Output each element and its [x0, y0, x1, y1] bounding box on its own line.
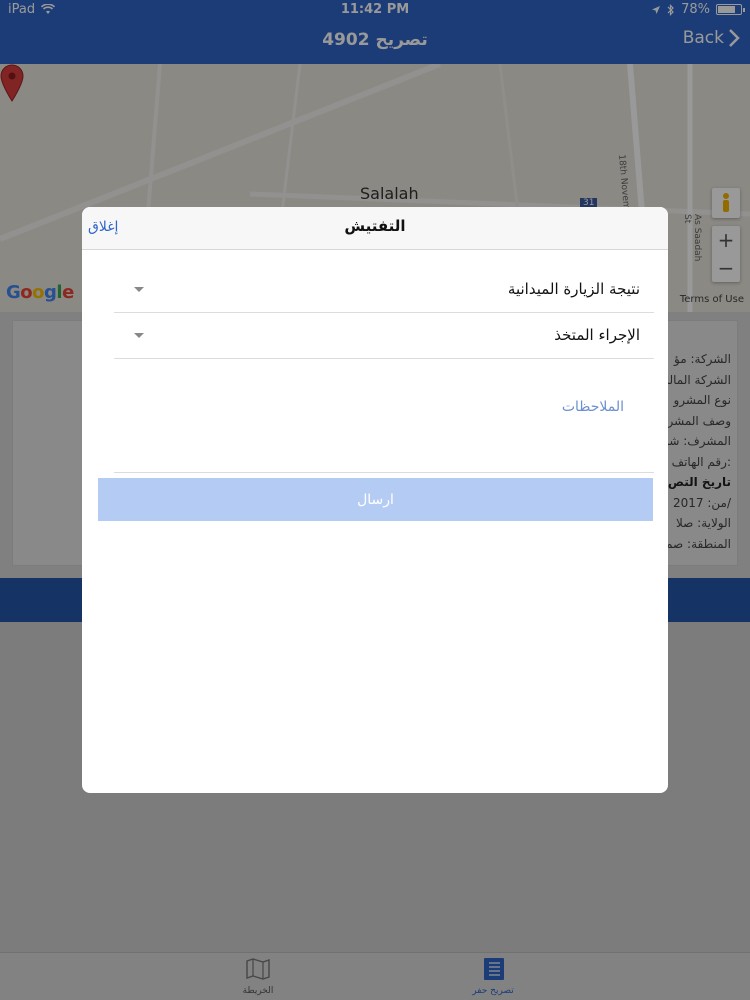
field-visit-result-label: نتيجة الزيارة الميدانية: [507, 280, 640, 298]
chevron-down-icon: [134, 333, 144, 338]
action-taken-select[interactable]: الإجراء المتخذ: [114, 313, 654, 359]
notes-textarea[interactable]: الملاحظات: [114, 359, 654, 473]
submit-button[interactable]: ارسال: [98, 478, 653, 521]
notes-placeholder: الملاحظات: [561, 399, 624, 415]
field-visit-result-select[interactable]: نتيجة الزيارة الميدانية: [114, 267, 654, 313]
modal-title: التفتيش: [344, 217, 406, 235]
modal-header: التفتيش إغلاق: [82, 207, 668, 250]
chevron-down-icon: [134, 287, 144, 292]
close-button[interactable]: إغلاق: [88, 219, 118, 235]
action-taken-label: الإجراء المتخذ: [554, 326, 640, 344]
inspection-modal: التفتيش إغلاق نتيجة الزيارة الميدانية ال…: [82, 207, 668, 793]
